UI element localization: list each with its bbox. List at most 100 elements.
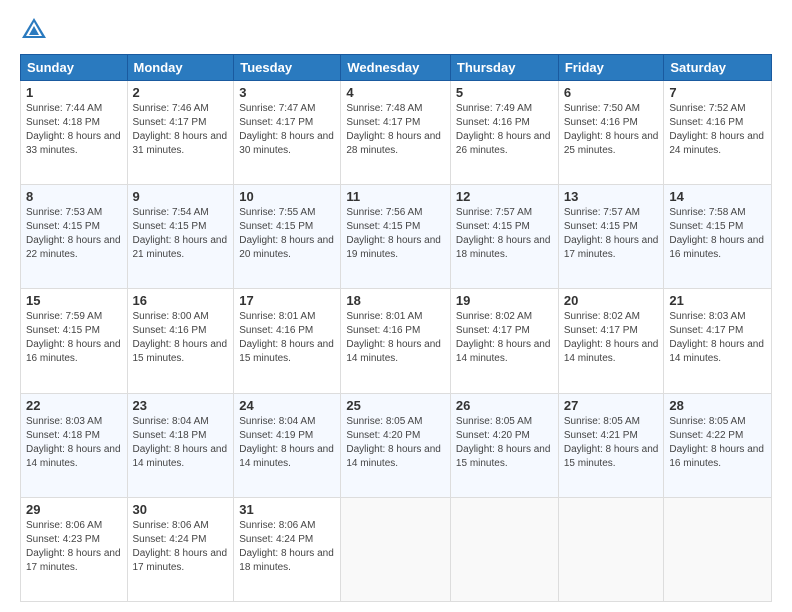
- day-number: 25: [346, 398, 445, 413]
- day-number: 6: [564, 85, 659, 100]
- page: SundayMondayTuesdayWednesdayThursdayFrid…: [0, 0, 792, 612]
- day-number: 17: [239, 293, 335, 308]
- weekday-header: Sunday: [21, 55, 128, 81]
- day-info: Sunrise: 7:57 AMSunset: 4:15 PMDaylight:…: [564, 207, 659, 260]
- day-number: 14: [669, 189, 766, 204]
- day-info: Sunrise: 7:52 AMSunset: 4:16 PMDaylight:…: [669, 103, 764, 156]
- day-info: Sunrise: 8:03 AMSunset: 4:18 PMDaylight:…: [26, 416, 121, 469]
- day-number: 23: [133, 398, 229, 413]
- day-info: Sunrise: 8:05 AMSunset: 4:21 PMDaylight:…: [564, 416, 659, 469]
- day-info: Sunrise: 8:06 AMSunset: 4:24 PMDaylight:…: [239, 520, 334, 573]
- calendar-table: SundayMondayTuesdayWednesdayThursdayFrid…: [20, 54, 772, 602]
- calendar-cell: 2 Sunrise: 7:46 AMSunset: 4:17 PMDayligh…: [127, 81, 234, 185]
- calendar-cell: 3 Sunrise: 7:47 AMSunset: 4:17 PMDayligh…: [234, 81, 341, 185]
- day-number: 13: [564, 189, 659, 204]
- week-row: 29 Sunrise: 8:06 AMSunset: 4:23 PMDaylig…: [21, 497, 772, 601]
- calendar-cell: 20 Sunrise: 8:02 AMSunset: 4:17 PMDaylig…: [558, 289, 664, 393]
- day-number: 21: [669, 293, 766, 308]
- day-info: Sunrise: 8:03 AMSunset: 4:17 PMDaylight:…: [669, 311, 764, 364]
- week-row: 22 Sunrise: 8:03 AMSunset: 4:18 PMDaylig…: [21, 393, 772, 497]
- logo: [20, 16, 52, 44]
- day-number: 8: [26, 189, 122, 204]
- day-number: 19: [456, 293, 553, 308]
- weekday-header: Friday: [558, 55, 664, 81]
- day-number: 2: [133, 85, 229, 100]
- day-number: 15: [26, 293, 122, 308]
- calendar-cell: [341, 497, 451, 601]
- calendar-cell: 19 Sunrise: 8:02 AMSunset: 4:17 PMDaylig…: [450, 289, 558, 393]
- calendar-cell: 11 Sunrise: 7:56 AMSunset: 4:15 PMDaylig…: [341, 185, 451, 289]
- day-info: Sunrise: 8:05 AMSunset: 4:22 PMDaylight:…: [669, 416, 764, 469]
- day-number: 31: [239, 502, 335, 517]
- day-number: 26: [456, 398, 553, 413]
- calendar-cell: 31 Sunrise: 8:06 AMSunset: 4:24 PMDaylig…: [234, 497, 341, 601]
- calendar-cell: 18 Sunrise: 8:01 AMSunset: 4:16 PMDaylig…: [341, 289, 451, 393]
- calendar-cell: [558, 497, 664, 601]
- weekday-header: Saturday: [664, 55, 772, 81]
- day-number: 4: [346, 85, 445, 100]
- calendar-cell: 27 Sunrise: 8:05 AMSunset: 4:21 PMDaylig…: [558, 393, 664, 497]
- calendar-cell: 5 Sunrise: 7:49 AMSunset: 4:16 PMDayligh…: [450, 81, 558, 185]
- calendar-cell: 7 Sunrise: 7:52 AMSunset: 4:16 PMDayligh…: [664, 81, 772, 185]
- day-info: Sunrise: 8:04 AMSunset: 4:19 PMDaylight:…: [239, 416, 334, 469]
- calendar-cell: 22 Sunrise: 8:03 AMSunset: 4:18 PMDaylig…: [21, 393, 128, 497]
- day-info: Sunrise: 8:01 AMSunset: 4:16 PMDaylight:…: [346, 311, 441, 364]
- week-row: 1 Sunrise: 7:44 AMSunset: 4:18 PMDayligh…: [21, 81, 772, 185]
- calendar-cell: 21 Sunrise: 8:03 AMSunset: 4:17 PMDaylig…: [664, 289, 772, 393]
- calendar-cell: 14 Sunrise: 7:58 AMSunset: 4:15 PMDaylig…: [664, 185, 772, 289]
- day-info: Sunrise: 8:06 AMSunset: 4:24 PMDaylight:…: [133, 520, 228, 573]
- day-number: 16: [133, 293, 229, 308]
- day-info: Sunrise: 7:48 AMSunset: 4:17 PMDaylight:…: [346, 103, 441, 156]
- day-info: Sunrise: 8:04 AMSunset: 4:18 PMDaylight:…: [133, 416, 228, 469]
- calendar-cell: 25 Sunrise: 8:05 AMSunset: 4:20 PMDaylig…: [341, 393, 451, 497]
- day-info: Sunrise: 7:57 AMSunset: 4:15 PMDaylight:…: [456, 207, 551, 260]
- day-number: 22: [26, 398, 122, 413]
- weekday-header: Monday: [127, 55, 234, 81]
- weekday-header: Thursday: [450, 55, 558, 81]
- calendar-cell: 23 Sunrise: 8:04 AMSunset: 4:18 PMDaylig…: [127, 393, 234, 497]
- day-number: 10: [239, 189, 335, 204]
- day-info: Sunrise: 8:01 AMSunset: 4:16 PMDaylight:…: [239, 311, 334, 364]
- calendar-cell: [450, 497, 558, 601]
- calendar-cell: 29 Sunrise: 8:06 AMSunset: 4:23 PMDaylig…: [21, 497, 128, 601]
- day-number: 30: [133, 502, 229, 517]
- weekday-header: Tuesday: [234, 55, 341, 81]
- calendar-cell: 28 Sunrise: 8:05 AMSunset: 4:22 PMDaylig…: [664, 393, 772, 497]
- day-number: 18: [346, 293, 445, 308]
- header-row: SundayMondayTuesdayWednesdayThursdayFrid…: [21, 55, 772, 81]
- calendar-cell: 24 Sunrise: 8:04 AMSunset: 4:19 PMDaylig…: [234, 393, 341, 497]
- calendar-cell: 8 Sunrise: 7:53 AMSunset: 4:15 PMDayligh…: [21, 185, 128, 289]
- calendar-cell: [664, 497, 772, 601]
- day-number: 29: [26, 502, 122, 517]
- calendar-cell: 26 Sunrise: 8:05 AMSunset: 4:20 PMDaylig…: [450, 393, 558, 497]
- day-number: 12: [456, 189, 553, 204]
- day-info: Sunrise: 8:05 AMSunset: 4:20 PMDaylight:…: [346, 416, 441, 469]
- day-info: Sunrise: 7:47 AMSunset: 4:17 PMDaylight:…: [239, 103, 334, 156]
- calendar-cell: 16 Sunrise: 8:00 AMSunset: 4:16 PMDaylig…: [127, 289, 234, 393]
- day-info: Sunrise: 7:46 AMSunset: 4:17 PMDaylight:…: [133, 103, 228, 156]
- calendar-cell: 30 Sunrise: 8:06 AMSunset: 4:24 PMDaylig…: [127, 497, 234, 601]
- day-number: 5: [456, 85, 553, 100]
- day-info: Sunrise: 7:50 AMSunset: 4:16 PMDaylight:…: [564, 103, 659, 156]
- calendar-cell: 17 Sunrise: 8:01 AMSunset: 4:16 PMDaylig…: [234, 289, 341, 393]
- day-number: 7: [669, 85, 766, 100]
- day-info: Sunrise: 8:06 AMSunset: 4:23 PMDaylight:…: [26, 520, 121, 573]
- day-number: 11: [346, 189, 445, 204]
- day-info: Sunrise: 7:44 AMSunset: 4:18 PMDaylight:…: [26, 103, 121, 156]
- day-info: Sunrise: 8:00 AMSunset: 4:16 PMDaylight:…: [133, 311, 228, 364]
- calendar-cell: 9 Sunrise: 7:54 AMSunset: 4:15 PMDayligh…: [127, 185, 234, 289]
- calendar-cell: 6 Sunrise: 7:50 AMSunset: 4:16 PMDayligh…: [558, 81, 664, 185]
- weekday-header: Wednesday: [341, 55, 451, 81]
- day-info: Sunrise: 7:58 AMSunset: 4:15 PMDaylight:…: [669, 207, 764, 260]
- week-row: 15 Sunrise: 7:59 AMSunset: 4:15 PMDaylig…: [21, 289, 772, 393]
- day-info: Sunrise: 8:02 AMSunset: 4:17 PMDaylight:…: [456, 311, 551, 364]
- calendar-cell: 15 Sunrise: 7:59 AMSunset: 4:15 PMDaylig…: [21, 289, 128, 393]
- day-number: 28: [669, 398, 766, 413]
- calendar-cell: 4 Sunrise: 7:48 AMSunset: 4:17 PMDayligh…: [341, 81, 451, 185]
- day-info: Sunrise: 8:05 AMSunset: 4:20 PMDaylight:…: [456, 416, 551, 469]
- day-info: Sunrise: 7:59 AMSunset: 4:15 PMDaylight:…: [26, 311, 121, 364]
- day-info: Sunrise: 7:53 AMSunset: 4:15 PMDaylight:…: [26, 207, 121, 260]
- day-info: Sunrise: 7:54 AMSunset: 4:15 PMDaylight:…: [133, 207, 228, 260]
- day-info: Sunrise: 7:55 AMSunset: 4:15 PMDaylight:…: [239, 207, 334, 260]
- day-number: 9: [133, 189, 229, 204]
